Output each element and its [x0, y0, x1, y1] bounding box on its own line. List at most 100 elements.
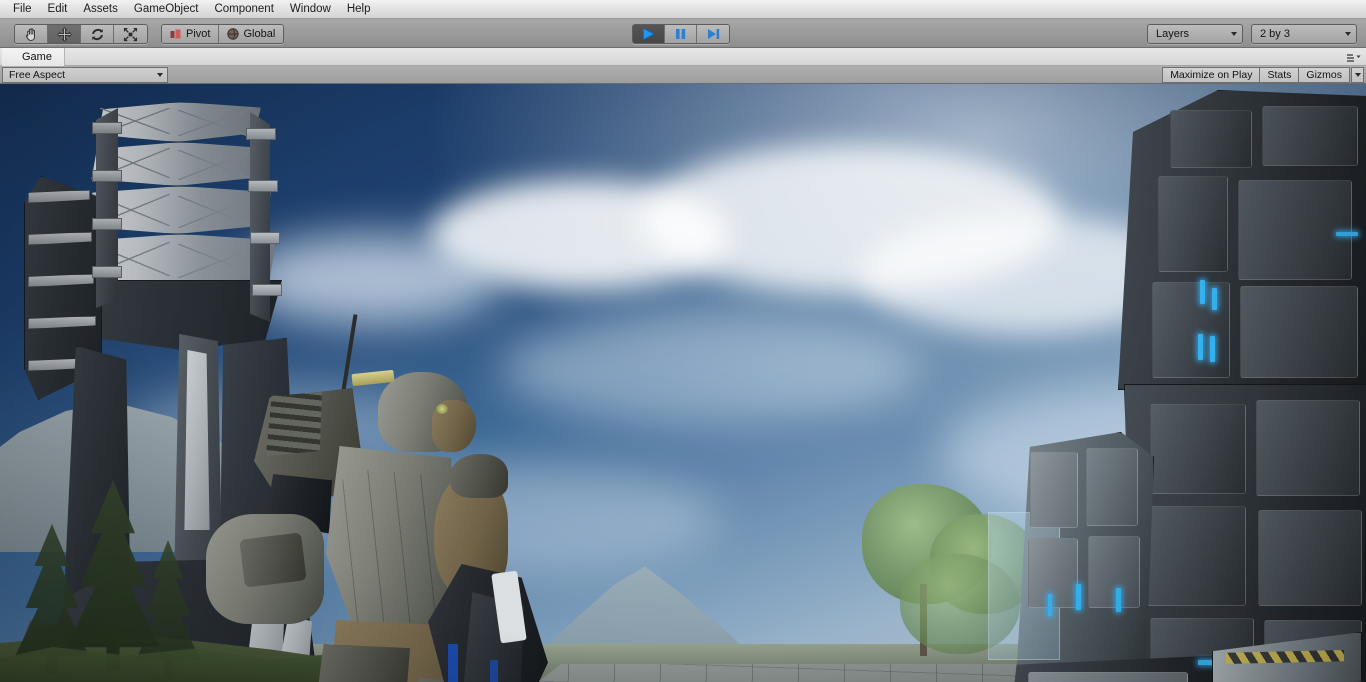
layers-label: Layers [1156, 28, 1190, 40]
menu-item-component[interactable]: Component [206, 0, 281, 18]
maximize-on-play-button[interactable]: Maximize on Play [1162, 67, 1260, 83]
pause-icon [676, 29, 686, 39]
cloud [500, 314, 920, 424]
transform-tools-group [14, 24, 148, 44]
tower-frame-left [96, 108, 118, 308]
tower-rung [248, 180, 278, 192]
tab-game-label: Game [22, 51, 52, 63]
handle-space-label: Global [243, 28, 276, 40]
chevron-down-icon [157, 73, 163, 77]
chevron-down-icon [1345, 32, 1351, 36]
gizmos-button[interactable]: Gizmos [1298, 67, 1350, 83]
menu-item-window[interactable]: Window [282, 0, 339, 18]
main-toolbar: Pivot Global Layers 2 by 3 [0, 19, 1366, 48]
building-glow-strip [1048, 594, 1052, 616]
chevron-down-icon [1231, 32, 1237, 36]
aspect-ratio-dropdown[interactable]: Free Aspect [2, 67, 168, 83]
building-panel [1240, 286, 1358, 378]
tower-rung [92, 170, 122, 182]
game-view-toolbar: Free Aspect Maximize on Play Stats Gizmo… [0, 66, 1366, 84]
backpack-vents [266, 392, 322, 456]
tower-rung [252, 284, 282, 296]
building-panel [1170, 110, 1252, 168]
tower-rung [92, 122, 122, 134]
weapon-blue-accent [490, 660, 498, 682]
building-glow-strip [1212, 288, 1217, 310]
building-panel [1262, 106, 1358, 166]
building-glow-strip [1210, 336, 1215, 362]
stats-button[interactable]: Stats [1259, 67, 1299, 83]
menu-item-gameobject[interactable]: GameObject [126, 0, 207, 18]
globe-icon [227, 28, 240, 40]
helmet-lens [436, 404, 448, 414]
building-glow-strip [1198, 334, 1203, 360]
building-panel [1258, 510, 1362, 606]
step-icon [707, 29, 719, 39]
building-panel [1256, 400, 1360, 496]
pivot-label: Pivot [186, 28, 211, 40]
hand-icon [25, 27, 35, 41]
bunker-panel [1028, 672, 1188, 682]
rotate-icon [91, 28, 103, 40]
aspect-ratio-label: Free Aspect [9, 69, 66, 81]
tower-rung [92, 218, 122, 230]
layout-label: 2 by 3 [1260, 28, 1290, 40]
panel-tab-bar: Game [0, 48, 1366, 66]
unity-editor-window: File Edit Assets GameObject Component Wi… [0, 0, 1366, 682]
layers-dropdown[interactable]: Layers [1147, 24, 1243, 44]
building-panel [1086, 448, 1138, 526]
building-panel [1088, 536, 1140, 608]
menu-item-assets[interactable]: Assets [75, 0, 126, 18]
handle-space-button[interactable]: Global [219, 25, 284, 43]
pivot-button[interactable]: Pivot [162, 25, 220, 43]
building-panel [1028, 538, 1078, 608]
game-view-toggles: Maximize on Play Stats Gizmos [1162, 67, 1350, 83]
backpack-pouch [239, 532, 307, 588]
menu-item-file[interactable]: File [5, 0, 40, 18]
menu-item-help[interactable]: Help [339, 0, 379, 18]
pivot-handle-group: Pivot Global [161, 24, 285, 44]
tower-x-panel [178, 150, 254, 180]
tower-rung [246, 128, 276, 140]
scale-icon [123, 27, 138, 41]
building-glow-strip [1076, 584, 1081, 610]
shoulder-pad [450, 454, 508, 498]
move-tool-button[interactable] [48, 25, 81, 43]
game-view-icon [8, 52, 13, 62]
layout-dropdown[interactable]: 2 by 3 [1251, 24, 1357, 44]
tower-rung [92, 266, 122, 278]
tower-x-panel [178, 196, 258, 228]
tower-x-panel [178, 110, 248, 136]
menu-item-edit[interactable]: Edit [40, 0, 76, 18]
belt-armor [318, 644, 410, 682]
step-button[interactable] [697, 25, 729, 43]
pivot-icon [170, 29, 181, 38]
tower-rung [250, 232, 280, 244]
player-character [196, 314, 548, 682]
play-button[interactable] [633, 25, 665, 43]
move-icon [56, 26, 72, 42]
panel-options-icon[interactable] [1346, 51, 1362, 63]
gizmos-dropdown-button[interactable] [1351, 67, 1364, 83]
building-panel [1150, 404, 1246, 494]
building-glow-strip [1200, 280, 1205, 304]
pause-button[interactable] [665, 25, 697, 43]
hand-tool-button[interactable] [15, 25, 48, 43]
weapon-blue-accent [448, 644, 458, 682]
chevron-down-icon [1354, 73, 1361, 77]
rotate-tool-button[interactable] [81, 25, 114, 43]
playback-controls-group [632, 24, 730, 44]
scale-tool-button[interactable] [114, 25, 147, 43]
menu-bar: File Edit Assets GameObject Component Wi… [0, 0, 1366, 19]
building-panel [1238, 180, 1352, 280]
building-panel [1146, 506, 1246, 606]
building-glow-strip [1336, 232, 1358, 236]
building-glow-strip [1116, 588, 1121, 612]
game-view-render[interactable] [0, 84, 1366, 682]
building-panel [1030, 452, 1078, 528]
tab-game[interactable]: Game [2, 48, 65, 66]
building-panel [1158, 176, 1228, 272]
play-icon [643, 27, 655, 41]
building-panel [1152, 282, 1230, 378]
cloud [240, 234, 500, 324]
